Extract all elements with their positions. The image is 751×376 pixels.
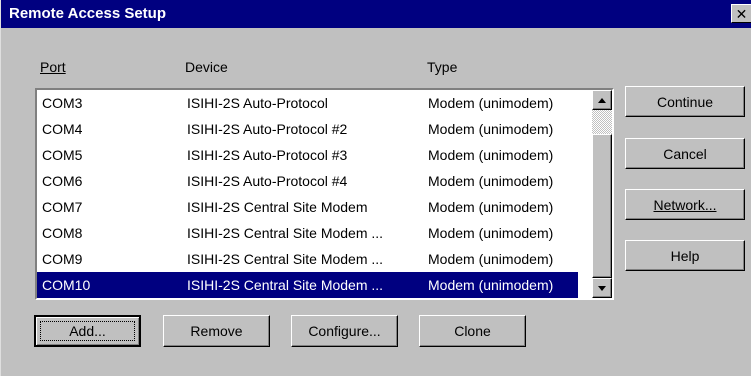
- help-button[interactable]: Help: [625, 240, 745, 271]
- arrow-down-icon: [598, 285, 606, 291]
- type-cell: Modem (unimodem): [428, 277, 554, 293]
- type-cell: Modem (unimodem): [428, 95, 554, 111]
- cancel-button[interactable]: Cancel: [625, 138, 745, 169]
- scroll-down-button[interactable]: [592, 278, 612, 298]
- remove-button[interactable]: Remove: [163, 315, 270, 347]
- add-button-label: Add...: [69, 323, 106, 339]
- port-cell: COM5: [42, 147, 83, 163]
- type-cell: Modem (unimodem): [428, 173, 554, 189]
- list-item[interactable]: COM4 ISIHI-2S Auto-Protocol #2 Modem (un…: [37, 116, 578, 142]
- column-header-device: Device: [185, 59, 228, 75]
- list-item[interactable]: COM8 ISIHI-2S Central Site Modem ... Mod…: [37, 220, 578, 246]
- device-cell: ISIHI-2S Auto-Protocol: [187, 95, 328, 111]
- port-cell: COM4: [42, 121, 83, 137]
- configure-button[interactable]: Configure...: [291, 315, 398, 347]
- add-button[interactable]: Add...: [34, 315, 141, 347]
- list-item[interactable]: COM5 ISIHI-2S Auto-Protocol #3 Modem (un…: [37, 142, 578, 168]
- network-button[interactable]: Network...: [625, 189, 745, 220]
- column-header-port: Port: [40, 59, 66, 75]
- device-cell: ISIHI-2S Auto-Protocol #3: [187, 147, 348, 163]
- continue-button[interactable]: Continue: [625, 86, 745, 117]
- device-cell: ISIHI-2S Central Site Modem ...: [187, 251, 384, 267]
- close-icon: ✕: [735, 5, 748, 22]
- device-cell: ISIHI-2S Auto-Protocol #4: [187, 173, 348, 189]
- arrow-up-icon: [598, 97, 606, 103]
- remote-access-setup-dialog: Remote Access Setup ✕ Port Device Type C…: [0, 0, 751, 376]
- scrollbar-thumb[interactable]: [592, 134, 612, 278]
- port-label-mnemonic: Port: [40, 59, 66, 75]
- network-button-label: Network...: [653, 196, 717, 213]
- list-item[interactable]: COM3 ISIHI-2S Auto-Protocol Modem (unimo…: [37, 90, 578, 116]
- type-cell: Modem (unimodem): [428, 147, 554, 163]
- port-cell: COM10: [42, 277, 91, 293]
- close-button[interactable]: ✕: [731, 4, 751, 23]
- clone-button[interactable]: Clone: [419, 315, 526, 347]
- scroll-up-button[interactable]: [592, 90, 612, 110]
- list-item-selected[interactable]: COM10 ISIHI-2S Central Site Modem ... Mo…: [37, 272, 578, 298]
- list-item[interactable]: COM7 ISIHI-2S Central Site Modem Modem (…: [37, 194, 578, 220]
- type-cell: Modem (unimodem): [428, 251, 554, 267]
- window-title: Remote Access Setup: [9, 5, 167, 22]
- port-list[interactable]: COM3 ISIHI-2S Auto-Protocol Modem (unimo…: [35, 88, 614, 300]
- title-bar[interactable]: Remote Access Setup ✕: [1, 0, 751, 28]
- port-cell: COM3: [42, 95, 83, 111]
- device-cell: ISIHI-2S Auto-Protocol #2: [187, 121, 348, 137]
- port-cell: COM8: [42, 225, 83, 241]
- device-cell: ISIHI-2S Central Site Modem ...: [187, 225, 384, 241]
- type-cell: Modem (unimodem): [428, 225, 554, 241]
- port-cell: COM9: [42, 251, 83, 267]
- device-cell: ISIHI-2S Central Site Modem: [187, 199, 368, 215]
- vertical-scrollbar[interactable]: [592, 90, 612, 298]
- port-cell: COM7: [42, 199, 83, 215]
- list-item[interactable]: COM9 ISIHI-2S Central Site Modem ... Mod…: [37, 246, 578, 272]
- device-cell: ISIHI-2S Central Site Modem ...: [187, 277, 384, 293]
- type-cell: Modem (unimodem): [428, 121, 554, 137]
- list-item[interactable]: COM6 ISIHI-2S Auto-Protocol #4 Modem (un…: [37, 168, 578, 194]
- column-header-type: Type: [427, 59, 458, 75]
- type-cell: Modem (unimodem): [428, 199, 554, 215]
- port-list-rows: COM3 ISIHI-2S Auto-Protocol Modem (unimo…: [37, 90, 578, 298]
- port-cell: COM6: [42, 173, 83, 189]
